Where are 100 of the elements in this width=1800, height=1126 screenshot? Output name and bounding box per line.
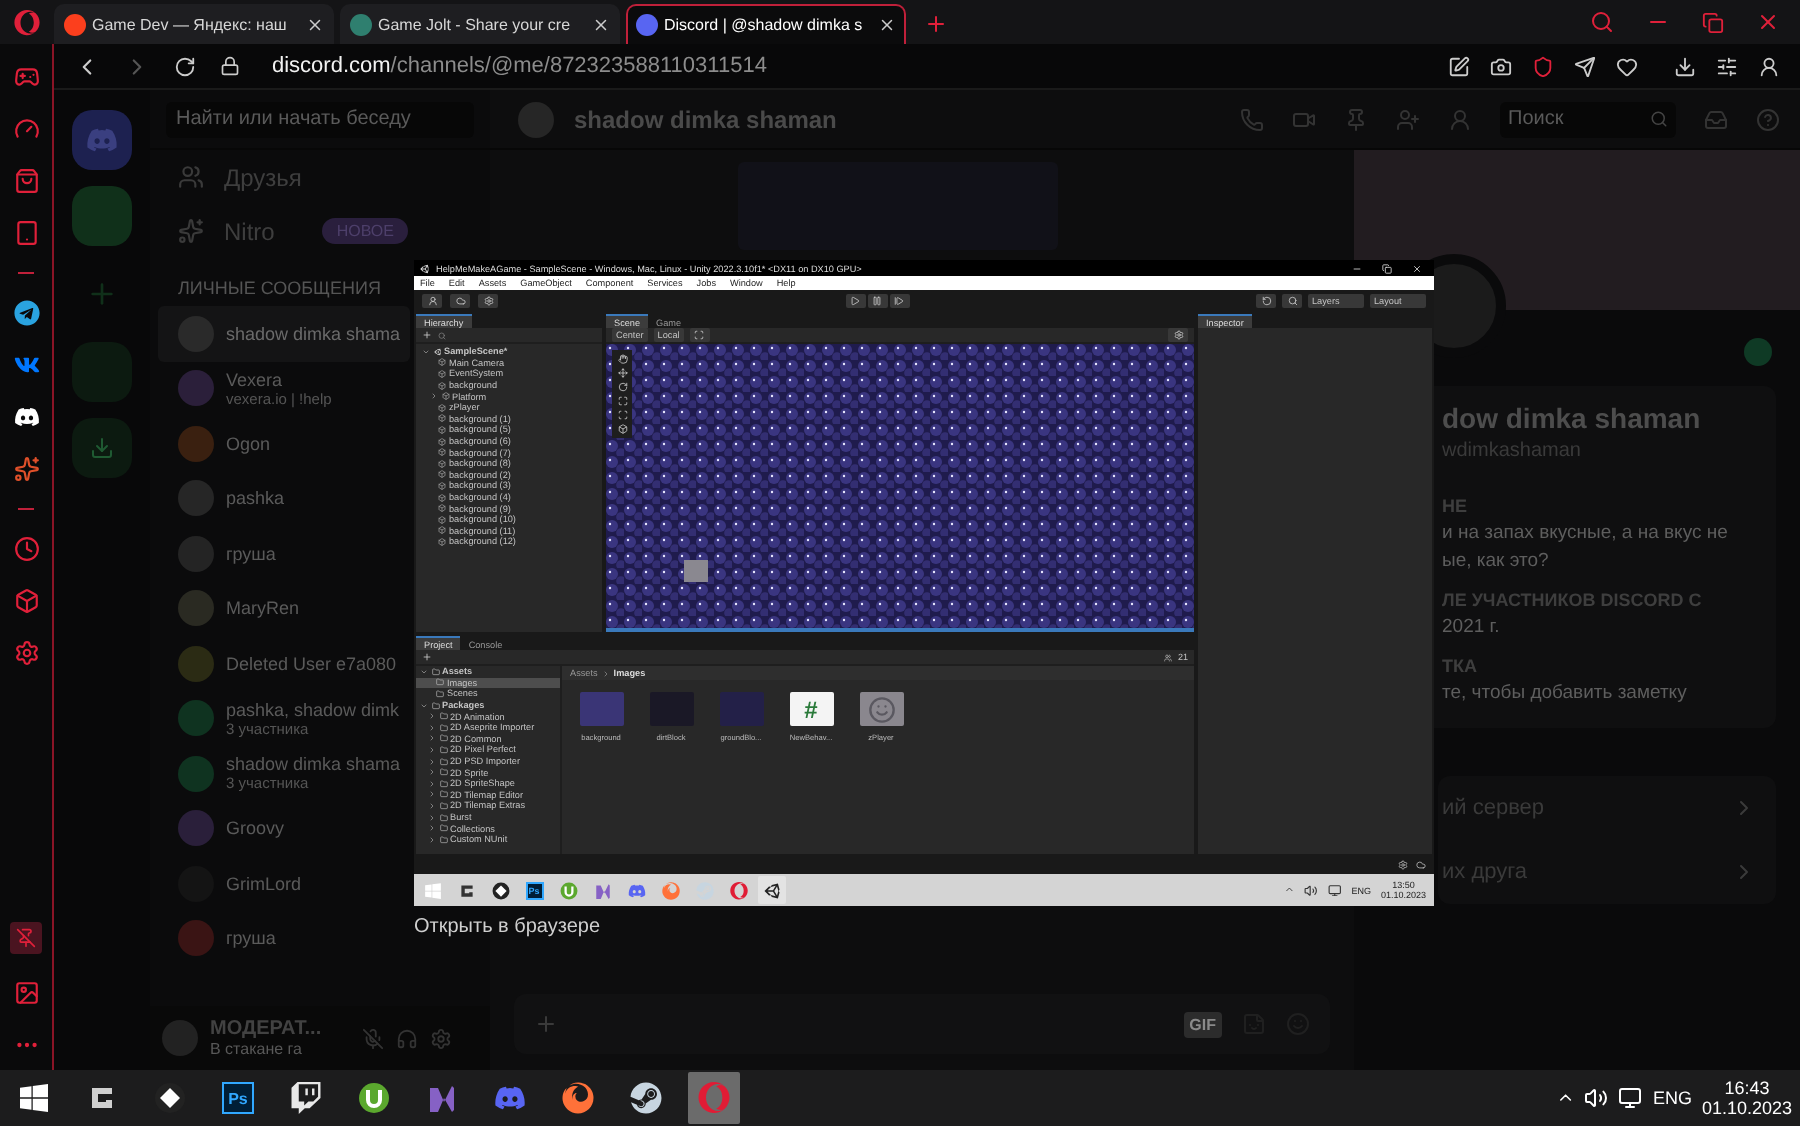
gif-button[interactable]: GIF (1183, 1011, 1222, 1037)
step-icon (894, 296, 904, 306)
discord-icon[interactable] (13, 404, 39, 430)
minimize-icon[interactable] (1352, 263, 1362, 273)
close-tab-icon[interactable] (592, 16, 610, 34)
history-icon (1261, 296, 1271, 306)
asset-thumbnail[interactable] (859, 692, 903, 726)
message-input[interactable]: GIF (514, 994, 1330, 1054)
search-icon[interactable] (1590, 10, 1614, 34)
rotate-icon[interactable] (617, 382, 627, 392)
address-field[interactable]: discord.com/channels/@me/872323588110311514 (272, 54, 767, 78)
g-shape-icon[interactable] (86, 1082, 118, 1114)
dm-name: груша (226, 928, 276, 949)
reload-icon[interactable] (174, 55, 196, 77)
search-icon[interactable] (438, 331, 446, 339)
account-button[interactable] (422, 294, 442, 308)
browser-tab[interactable]: Discord | @shadow dimka s (626, 4, 906, 44)
cube-icon[interactable] (13, 588, 39, 614)
user-status: В стакане га (210, 1040, 304, 1058)
download-icon[interactable] (1674, 55, 1696, 77)
sparkle-icon[interactable] (13, 456, 39, 482)
speaker-icon[interactable] (1304, 883, 1318, 897)
lock-icon (220, 56, 240, 76)
pin-off-button[interactable] (10, 922, 42, 954)
restore-icon[interactable] (1702, 11, 1724, 33)
asset-thumbnail[interactable]: # (789, 692, 833, 726)
bag-icon[interactable] (13, 168, 39, 194)
send-icon[interactable] (1574, 55, 1596, 77)
scale-icon[interactable] (617, 396, 627, 406)
browser-tab[interactable]: Game Jolt - Share your cre (340, 4, 620, 44)
close-tab-icon[interactable] (878, 16, 896, 34)
rect-icon[interactable] (617, 410, 627, 420)
network-icon[interactable] (1327, 883, 1342, 897)
grid-button[interactable] (689, 328, 710, 342)
clock-icon[interactable] (13, 536, 39, 562)
ribbon-icon[interactable] (426, 1082, 458, 1114)
language-indicator[interactable]: ENG (1652, 1088, 1692, 1108)
new-tab-icon[interactable] (924, 12, 948, 36)
avatar (178, 425, 214, 462)
search-icon (1650, 110, 1668, 128)
dm-name: shadow dimka shama (226, 323, 401, 344)
frame-icon (694, 330, 705, 340)
cloud-button[interactable] (450, 294, 470, 308)
network-icon[interactable] (1618, 1086, 1643, 1110)
user-name: МОДЕРАТ... (210, 1018, 324, 1040)
add-icon[interactable] (422, 330, 432, 340)
profile-text: 2021 г. (1442, 616, 1502, 638)
unity-icon[interactable] (763, 881, 781, 899)
telegram-icon[interactable] (13, 300, 39, 326)
tablet-icon[interactable] (13, 220, 39, 246)
gauge-icon[interactable] (13, 116, 39, 142)
download-button[interactable] (72, 418, 132, 478)
asset-thumbnail[interactable] (579, 692, 623, 726)
settings-icon[interactable] (13, 640, 39, 666)
sliders-icon[interactable] (1716, 55, 1738, 77)
heart-icon[interactable] (1616, 55, 1638, 77)
settings-icon (483, 296, 493, 306)
windows-logo-icon[interactable] (18, 1082, 50, 1114)
twitch-icon[interactable] (290, 1082, 322, 1114)
restore-icon[interactable] (1382, 263, 1392, 273)
avatar (178, 370, 214, 407)
open-in-browser-link[interactable]: Открыть в браузере (414, 916, 1434, 938)
torrent-icon[interactable] (358, 1082, 390, 1114)
move-icon[interactable] (617, 368, 627, 378)
shield-icon[interactable] (1532, 55, 1554, 77)
scene-icon (433, 347, 441, 356)
steam-icon[interactable] (630, 1082, 662, 1114)
dm-name: Deleted User e7a080 (226, 653, 397, 674)
play-button[interactable] (845, 294, 865, 308)
vk-icon[interactable] (13, 352, 39, 378)
settings-button[interactable] (478, 294, 498, 308)
browser-tab[interactable]: Game Dev — Яндекс: наш (54, 4, 334, 44)
gizmo-button[interactable] (1168, 328, 1188, 342)
g-shape-icon[interactable] (457, 881, 475, 899)
history-button[interactable] (1256, 294, 1276, 308)
diamond-icon[interactable] (491, 881, 509, 899)
clock-date: 01.10.2023 (1701, 1098, 1792, 1118)
asset-thumbnail[interactable] (719, 692, 763, 726)
download-icon (90, 436, 114, 460)
diamond-icon[interactable] (154, 1082, 186, 1114)
search-button[interactable] (1282, 294, 1302, 308)
opera-logo-icon[interactable] (14, 9, 40, 35)
photoshop-icon[interactable]: Ps (222, 1082, 254, 1114)
close-tab-icon[interactable] (306, 16, 324, 34)
add-icon[interactable] (422, 652, 432, 662)
firefox-icon[interactable] (562, 1082, 594, 1114)
camera-icon[interactable] (1490, 55, 1512, 77)
edit-icon[interactable] (1448, 55, 1470, 77)
profile-icon[interactable] (1758, 55, 1780, 77)
discord-icon (86, 124, 118, 156)
pause-button[interactable] (867, 294, 887, 308)
ribbon-icon[interactable] (593, 881, 611, 899)
step-button[interactable] (889, 294, 909, 308)
hand-icon[interactable] (617, 354, 627, 364)
gamepad-icon[interactable] (13, 64, 39, 90)
opera-icon[interactable] (729, 881, 747, 899)
image-icon[interactable] (13, 980, 39, 1006)
profile-text: ые, как это? (1442, 550, 1551, 572)
avatar (162, 1020, 198, 1056)
speaker-icon[interactable] (1584, 1086, 1609, 1110)
